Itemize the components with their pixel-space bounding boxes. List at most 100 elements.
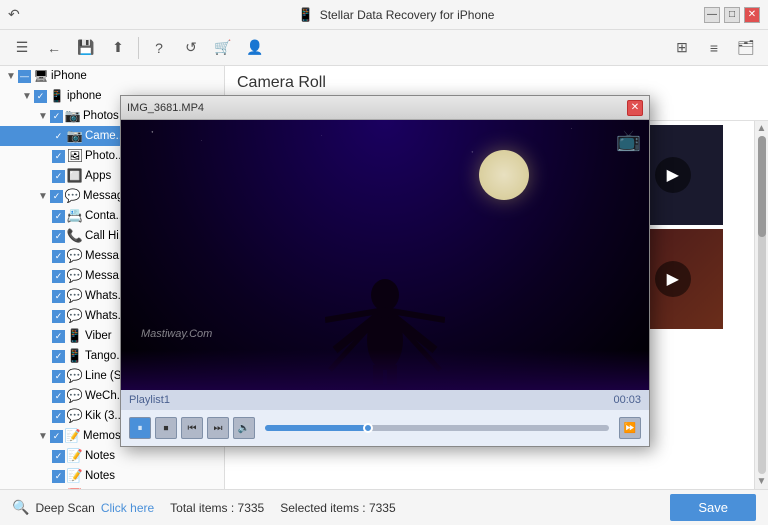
messages2-icon: 💬 xyxy=(67,268,83,284)
title-bar: ↶ 📱 Stellar Data Recovery for iPhone — □… xyxy=(0,0,768,30)
sidebar-label-iphone: iphone xyxy=(67,90,102,102)
tree-checkbox-contacts[interactable]: ✓ xyxy=(52,210,65,223)
total-items-label: Total items : 7335 xyxy=(170,501,264,515)
play-button[interactable]: ▶ xyxy=(655,261,691,297)
messages-group-icon: 💬 xyxy=(65,188,81,204)
tree-checkbox-wechat[interactable]: ✓ xyxy=(52,390,65,403)
tree-checkbox-kik[interactable]: ✓ xyxy=(52,410,65,423)
content-scrollbar[interactable]: ▲ ▼ xyxy=(754,121,768,489)
close-button[interactable]: ✕ xyxy=(744,7,760,23)
video-player-area: ✦ • • ✦ • xyxy=(121,120,649,390)
video-controls: ⏸ ⏹ ⏮ ⏭ 🔊 ⏩ xyxy=(121,410,649,446)
click-here-link[interactable]: Click here xyxy=(101,501,154,515)
sidebar-item-iphone-root[interactable]: ▼ — 🖥 iPhone xyxy=(0,66,224,86)
tango-icon: 📱 xyxy=(67,348,83,364)
status-bar: 🔍 Deep Scan Click here Total items : 733… xyxy=(0,489,768,525)
tree-checkbox-msgs[interactable]: ✓ xyxy=(50,190,63,203)
toolbar: ☰ ← 💾 ⬆ ? ↺ 🛒 👤 ⊞ ≡ 🗂 xyxy=(0,30,768,66)
tree-checkbox-viber[interactable]: ✓ xyxy=(52,330,65,343)
progress-bar[interactable] xyxy=(265,425,609,431)
sidebar-item-calendar[interactable]: ✓ 📅 Calen... xyxy=(0,486,224,489)
wechat-icon: 💬 xyxy=(67,388,83,404)
fullscreen-icon[interactable]: 📺 xyxy=(616,128,641,153)
tree-checkbox-camera[interactable]: ✓ xyxy=(52,130,65,143)
help-button[interactable]: ? xyxy=(145,34,173,62)
minimize-button[interactable]: — xyxy=(704,7,720,23)
detail-view-button[interactable]: 🗂 xyxy=(732,34,760,62)
tree-checkbox-msg2[interactable]: ✓ xyxy=(52,270,65,283)
progress-thumb[interactable] xyxy=(363,423,373,433)
tree-checkbox-photos[interactable]: ✓ xyxy=(50,110,63,123)
share-button[interactable]: ⬆ xyxy=(104,34,132,62)
playlist-label: Playlist1 xyxy=(129,394,170,406)
tree-checkbox-wa1[interactable]: ✓ xyxy=(52,290,65,303)
star: ✦ xyxy=(151,130,154,134)
save-button[interactable]: Save xyxy=(670,494,756,521)
tree-checkbox-photo-lib[interactable]: ✓ xyxy=(52,150,65,163)
sidebar-item-notes2[interactable]: ✓ 📝 Notes xyxy=(0,466,224,486)
sidebar-label-notes2: Notes xyxy=(85,470,115,482)
tree-checkbox-msg1[interactable]: ✓ xyxy=(52,250,65,263)
contacts-icon: 📇 xyxy=(67,208,83,224)
menu-button[interactable]: ☰ xyxy=(8,34,36,62)
tree-checkbox-tango[interactable]: ✓ xyxy=(52,350,65,363)
sidebar-label-iphone-root: iPhone xyxy=(51,70,87,82)
fast-forward-button[interactable]: ⏩ xyxy=(619,417,641,439)
scroll-down-btn[interactable]: ▼ xyxy=(757,476,767,487)
tree-checkbox-notes1[interactable]: ✓ xyxy=(52,450,65,463)
memos-group-icon: 📝 xyxy=(65,428,81,444)
scan-section: 🔍 Deep Scan Click here xyxy=(12,499,154,516)
tree-checkbox-iphone[interactable]: ✓ xyxy=(34,90,47,103)
video-scene: ✦ • • ✦ • xyxy=(121,120,649,390)
moon xyxy=(479,150,529,200)
tree-checkbox-wa2[interactable]: ✓ xyxy=(52,310,65,323)
toolbar-separator xyxy=(138,37,139,59)
camera-icon: 📷 xyxy=(65,108,81,124)
modal-title: IMG_3681.MP4 xyxy=(127,102,204,114)
line-icon: 💬 xyxy=(67,368,83,384)
maximize-button[interactable]: □ xyxy=(724,7,740,23)
kik-icon: 💬 xyxy=(67,408,83,424)
playlist-bar: Playlist1 00:03 xyxy=(121,390,649,410)
prev-button[interactable]: ⏮ xyxy=(181,417,203,439)
play-button[interactable]: ▶ xyxy=(655,157,691,193)
video-modal[interactable]: IMG_3681.MP4 ✕ ✦ • • ✦ • xyxy=(120,95,650,447)
modal-close-button[interactable]: ✕ xyxy=(627,100,643,116)
notes2-icon: 📝 xyxy=(67,468,83,484)
save-file-button[interactable]: 💾 xyxy=(72,34,100,62)
tree-checkbox-apps[interactable]: ✓ xyxy=(52,170,65,183)
star: • xyxy=(571,128,572,130)
list-view-button[interactable]: ≡ xyxy=(700,34,728,62)
grid-view-button[interactable]: ⊞ xyxy=(668,34,696,62)
iphone-icon: 📱 xyxy=(49,88,65,104)
tree-checkbox-memos-group[interactable]: ✓ xyxy=(50,430,63,443)
tree-checkbox-line[interactable]: ✓ xyxy=(52,370,65,383)
selected-items-label: Selected items : 7335 xyxy=(280,501,395,515)
apps-icon: 🔲 xyxy=(67,168,83,184)
window-controls[interactable]: — □ ✕ xyxy=(704,7,760,23)
sidebar-item-notes1[interactable]: ✓ 📝 Notes xyxy=(0,446,224,466)
pause-button[interactable]: ⏸ xyxy=(129,417,151,439)
sidebar-label-kik: Kik (3... xyxy=(85,410,124,422)
tree-checkbox-callhi[interactable]: ✓ xyxy=(52,230,65,243)
sidebar-label-notes1: Notes xyxy=(85,450,115,462)
window-title: 📱 Stellar Data Recovery for iPhone xyxy=(88,7,704,23)
volume-button[interactable]: 🔊 xyxy=(233,417,255,439)
tree-checkbox-notes2[interactable]: ✓ xyxy=(52,470,65,483)
back-button[interactable]: ← xyxy=(40,34,68,62)
modal-title-bar: IMG_3681.MP4 ✕ xyxy=(121,96,649,120)
refresh-button[interactable]: ↺ xyxy=(177,34,205,62)
scroll-thumb[interactable] xyxy=(758,136,766,237)
star: • xyxy=(201,140,202,142)
cart-button[interactable]: 🛒 xyxy=(209,34,237,62)
title-icon: 📱 xyxy=(298,7,314,23)
user-button[interactable]: 👤 xyxy=(241,34,269,62)
tree-checkbox-root[interactable]: — xyxy=(18,70,31,83)
stop-button[interactable]: ⏹ xyxy=(155,417,177,439)
deep-scan-label: Deep Scan xyxy=(35,501,94,515)
scroll-up-btn[interactable]: ▲ xyxy=(757,123,767,134)
next-button[interactable]: ⏭ xyxy=(207,417,229,439)
progress-fill xyxy=(265,425,368,431)
sidebar-label-viber: Viber xyxy=(85,330,112,342)
video-watermark: Mastiway.Com xyxy=(141,328,212,340)
